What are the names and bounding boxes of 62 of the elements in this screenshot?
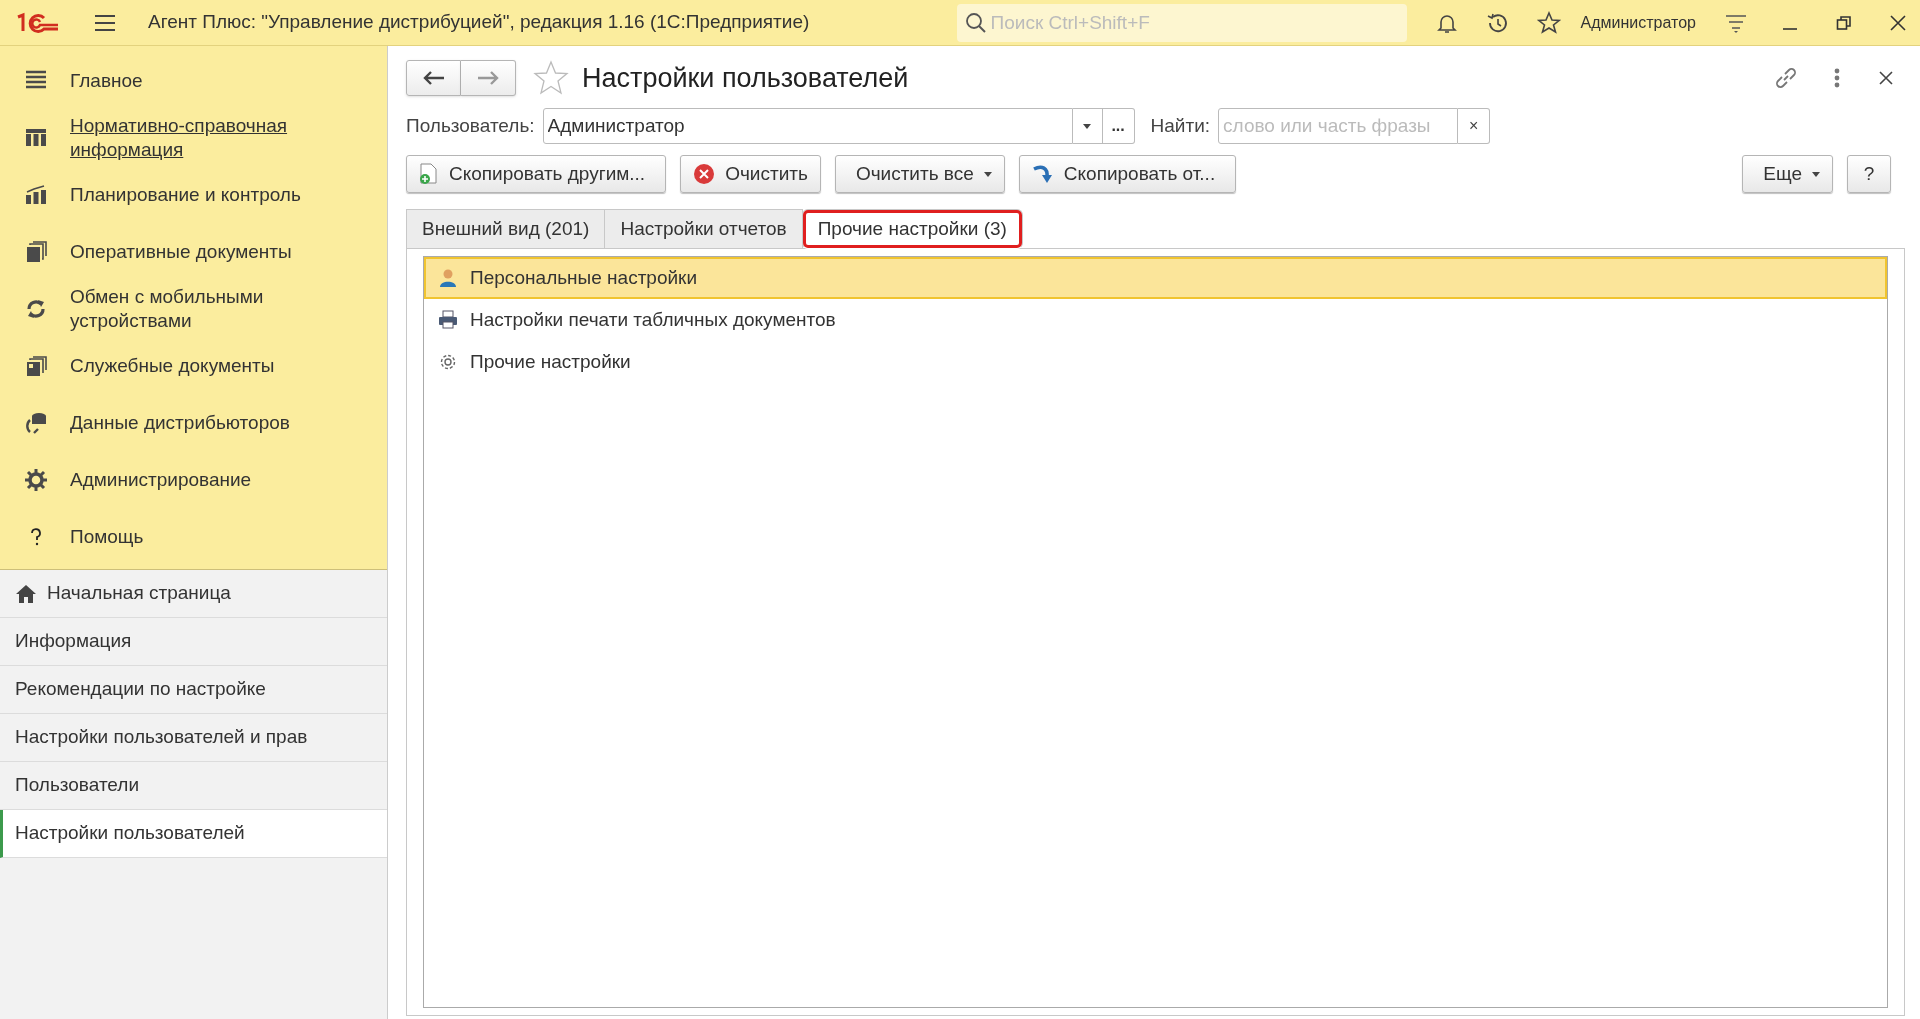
restore-icon[interactable] xyxy=(1836,14,1852,31)
toolbar-button[interactable]: Очистить xyxy=(680,155,821,193)
list-row[interactable]: Прочие настройки xyxy=(424,341,1887,383)
page-title: Настройки пользователей xyxy=(582,61,909,95)
section-link[interactable]: Администрирование xyxy=(70,467,252,492)
gear-icon xyxy=(438,352,458,372)
document-add-icon xyxy=(419,163,439,185)
printer-icon xyxy=(438,310,458,330)
field-label: Пользователь: xyxy=(406,113,535,138)
window-title: Агент Плюс: "Управление дистрибуцией", редакция 1.16 (1С:Предприятие) xyxy=(148,10,810,35)
help-button[interactable]: ? xyxy=(1847,155,1891,193)
open-page-tab[interactable]: Начальная страница xyxy=(0,570,387,618)
tab[interactable]: Внешний вид (201) xyxy=(406,209,606,249)
bar-chart-icon[interactable] xyxy=(24,182,48,207)
toolbar-button[interactable]: Очистить все xyxy=(834,155,1005,193)
search-field[interactable]: Поиск Ctrl+Shift+F xyxy=(956,3,1407,42)
gear-icon[interactable] xyxy=(24,467,48,492)
more-button[interactable]: Еще xyxy=(1742,155,1833,193)
toolbar-button[interactable]: Скопировать другим... xyxy=(406,155,667,193)
section-link[interactable]: Оперативные документы xyxy=(70,239,292,264)
caret-icon xyxy=(1083,123,1092,129)
arrow-left-icon xyxy=(422,71,445,85)
menu-icon[interactable] xyxy=(94,13,116,32)
back-button[interactable] xyxy=(406,60,461,96)
open-page-tab[interactable]: Настройки пользователей и прав xyxy=(0,714,387,762)
arrow-right-icon xyxy=(477,71,499,85)
section-link[interactable]: Служебные документы xyxy=(70,353,275,378)
user-field[interactable]: Администратор xyxy=(542,108,1073,144)
section-link[interactable]: Данные дистрибьюторов xyxy=(70,410,290,435)
caret-icon xyxy=(1812,171,1820,177)
clear-icon xyxy=(693,163,716,185)
section-link[interactable]: Обмен с мобильными устройствами xyxy=(70,284,379,333)
field-label: Найти: xyxy=(1150,113,1211,138)
section-link[interactable]: Главное xyxy=(70,68,143,93)
documents-icon[interactable] xyxy=(24,239,48,264)
find-field[interactable]: слово или часть фразы xyxy=(1218,108,1459,144)
tab[interactable]: Прочие настройки (3) xyxy=(801,209,1023,249)
list-row[interactable]: Настройки печати табличных документов xyxy=(424,299,1887,341)
person-icon xyxy=(438,268,458,288)
link-icon[interactable] xyxy=(1773,65,1799,91)
clear-button[interactable]: × xyxy=(1458,108,1491,144)
section-link[interactable]: Помощь xyxy=(70,524,144,549)
close-icon[interactable] xyxy=(1890,14,1906,31)
caret-icon xyxy=(983,171,992,177)
select-button[interactable]: ... xyxy=(1102,108,1135,144)
open-page-tab[interactable]: Информация xyxy=(0,618,387,666)
curved-arrow-icon xyxy=(1031,163,1054,185)
section-link[interactable]: Нормативно-справочная информация xyxy=(70,113,379,162)
documents-icon[interactable] xyxy=(24,353,48,378)
section-link[interactable]: Планирование и контроль xyxy=(70,182,301,207)
user-name[interactable]: Администратор xyxy=(1580,10,1696,35)
open-page-tab[interactable]: Рекомендации по настройке xyxy=(0,666,387,714)
search-icon xyxy=(964,11,987,34)
home-icon xyxy=(15,583,37,604)
close-icon[interactable] xyxy=(1879,71,1893,85)
open-page-tab[interactable]: Настройки пользователей xyxy=(0,810,387,858)
more-icon[interactable] xyxy=(1833,67,1841,89)
toolbar-button[interactable]: Скопировать от... xyxy=(1018,155,1237,193)
star-icon[interactable] xyxy=(532,60,570,96)
tab[interactable]: Настройки отчетов xyxy=(604,209,803,249)
list-row[interactable]: Персональные настройки xyxy=(424,257,1887,299)
star-icon[interactable] xyxy=(1536,10,1561,35)
